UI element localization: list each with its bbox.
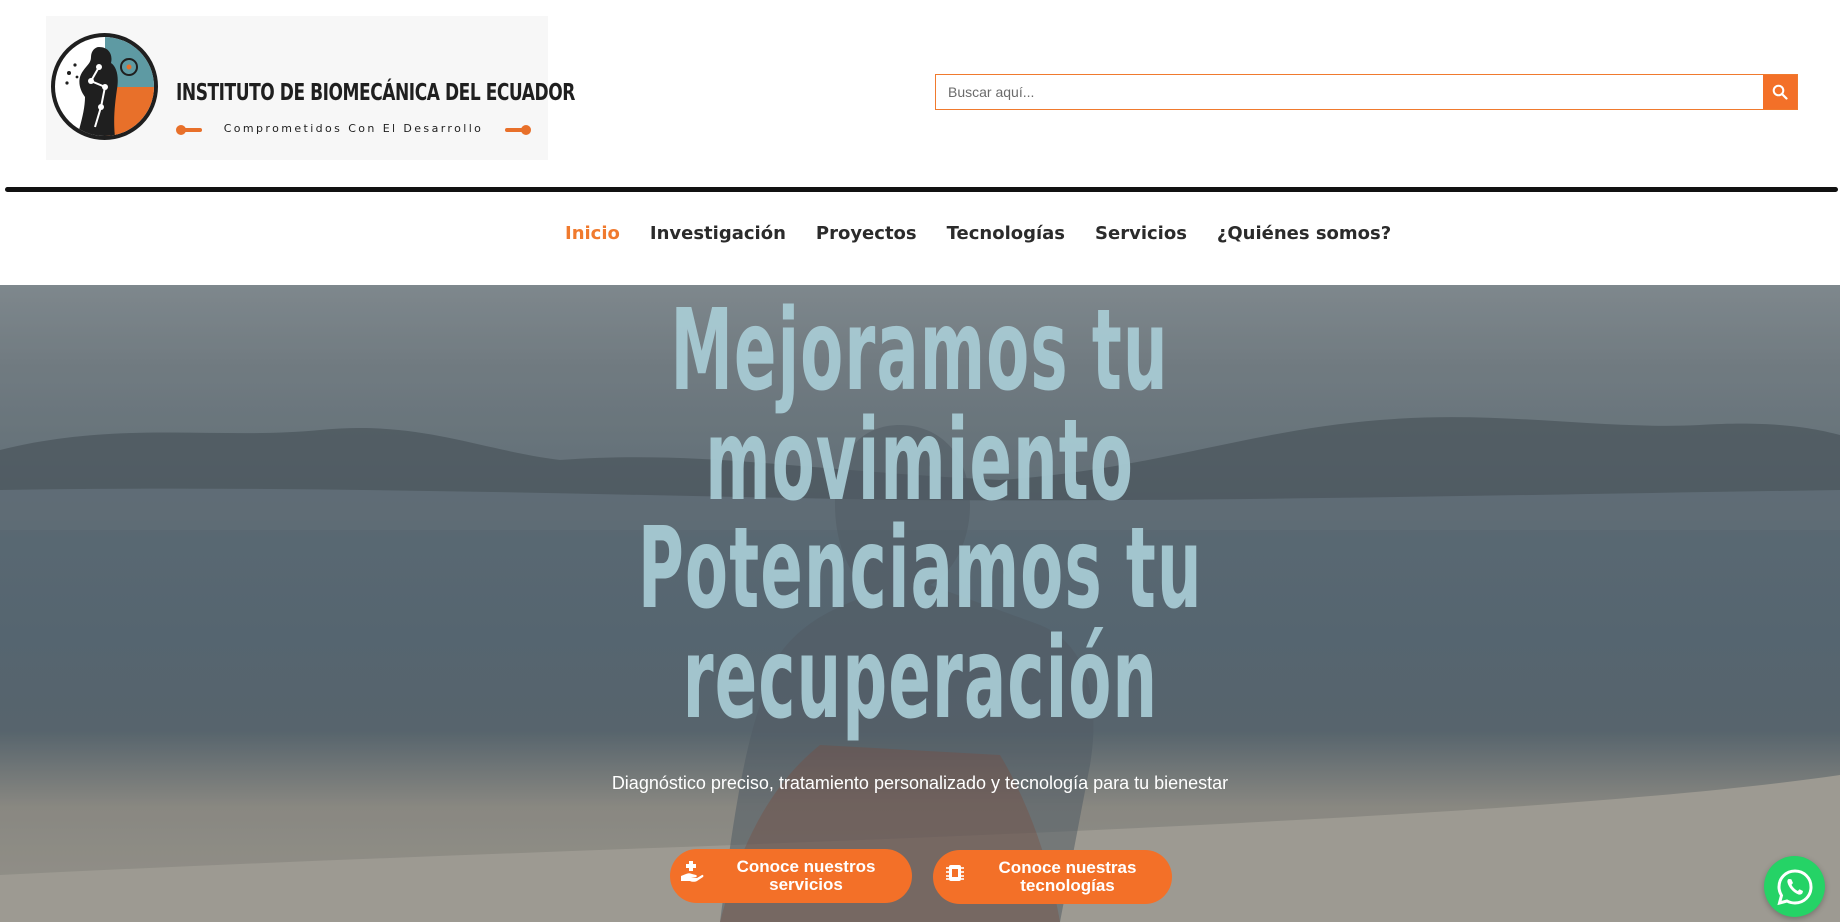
- technologies-cta-label: Conoce nuestras tecnologías: [998, 858, 1137, 895]
- logo-title: INSTITUTO DE BIOMECÁNICA DEL ECUADOR: [176, 80, 575, 106]
- hero-headline-line-4: recuperación: [682, 614, 1158, 744]
- hero-section: Mejoramos tu movimiento Potenciamos tu r…: [0, 285, 1840, 922]
- nav-item-servicios[interactable]: Servicios: [1095, 223, 1187, 244]
- technologies-cta-button[interactable]: Conoce nuestras tecnologías: [933, 850, 1172, 904]
- hand-medical-icon: [681, 861, 704, 882]
- main-nav: Inicio Investigación Proyectos Tecnologí…: [0, 192, 1840, 285]
- microchip-icon: [946, 865, 964, 881]
- nav-item-inicio[interactable]: Inicio: [565, 223, 620, 244]
- site-logo[interactable]: INSTITUTO DE BIOMECÁNICA DEL ECUADOR Com…: [46, 16, 575, 160]
- search-icon: [1772, 84, 1788, 100]
- nav-item-investigacion[interactable]: Investigación: [650, 223, 786, 244]
- nav-item-quienes-somos[interactable]: ¿Quiénes somos?: [1217, 223, 1391, 244]
- nav-item-proyectos[interactable]: Proyectos: [816, 223, 917, 244]
- search-button[interactable]: [1763, 75, 1797, 109]
- whatsapp-icon: [1776, 868, 1813, 905]
- whatsapp-button[interactable]: [1764, 856, 1825, 917]
- hero-headline-line-2: movimiento: [705, 396, 1135, 526]
- services-cta-button[interactable]: Conoce nuestros servicios: [670, 849, 912, 903]
- search-input[interactable]: [936, 75, 1748, 109]
- services-cta-label: Conoce nuestros servicios: [736, 857, 876, 894]
- logo-emblem: [51, 33, 158, 140]
- site-header: INSTITUTO DE BIOMECÁNICA DEL ECUADOR Com…: [0, 0, 1840, 188]
- search-box: [935, 74, 1798, 110]
- hero-subtitle: Diagnóstico preciso, tratamiento persona…: [611, 773, 1229, 793]
- hero-headline-line-1: Mejoramos tu: [670, 286, 1170, 416]
- hero-headline-line-3: Potenciamos tu: [637, 504, 1203, 634]
- logo-tagline: Comprometidos Con El Desarrollo: [176, 122, 531, 138]
- nav-item-tecnologias[interactable]: Tecnologías: [947, 223, 1065, 244]
